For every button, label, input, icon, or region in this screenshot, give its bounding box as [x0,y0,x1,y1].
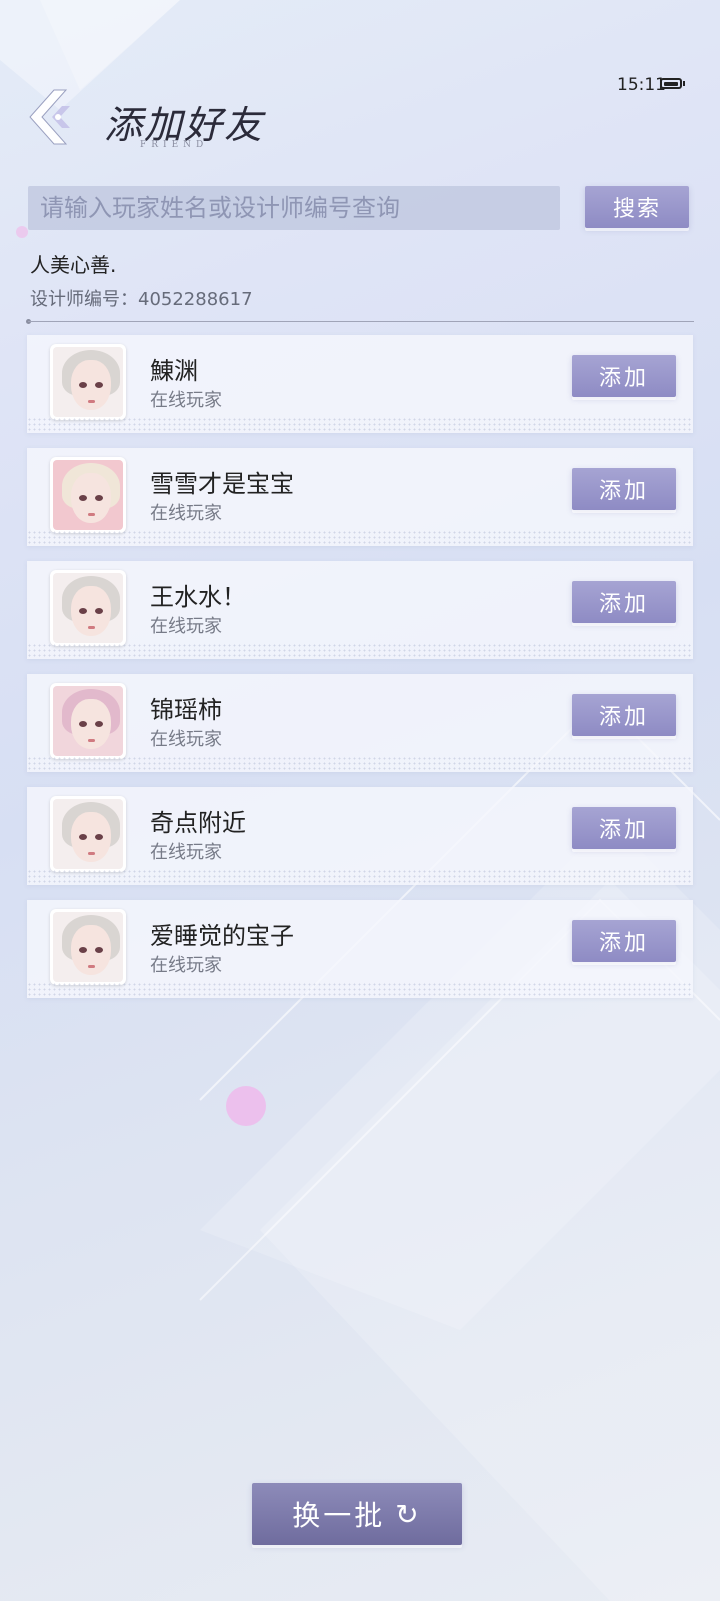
player-avatar[interactable] [50,683,126,759]
player-name: 爱睡觉的宝子 [150,922,294,950]
player-status: 在线玩家 [150,955,222,976]
battery-tip [683,81,685,86]
player-name: 奇点附近 [150,809,246,837]
add-friend-button[interactable]: 添加 [572,694,676,736]
player-row: 雪雪才是宝宝 在线玩家 添加 [27,448,693,546]
refresh-icon: ↻ [395,1497,422,1531]
player-status: 在线玩家 [150,842,222,863]
player-name: 锦瑶柿 [150,696,222,724]
player-list: 鯟渊 在线玩家 添加 雪雪才是宝宝 在线玩家 添加 王水水！ 在线玩家 添加 锦… [27,335,693,1013]
my-player-name: 人美心善. [30,253,117,277]
status-time: 15:11 [617,75,666,95]
player-name: 雪雪才是宝宝 [150,470,294,498]
refresh-label: 换一批 [292,1499,386,1532]
add-friend-button[interactable]: 添加 [572,920,676,962]
my-designer-id: 设计师编号：4052288617 [30,289,253,310]
search-input[interactable] [38,193,550,223]
back-arrow-icon [29,89,70,145]
player-status: 在线玩家 [150,390,222,411]
player-avatar[interactable] [50,796,126,872]
page-subtitle: FRIEND [140,140,209,150]
player-avatar[interactable] [50,570,126,646]
player-avatar[interactable] [50,457,126,533]
add-friend-button[interactable]: 添加 [572,581,676,623]
player-row: 锦瑶柿 在线玩家 添加 [27,674,693,772]
player-row: 鯟渊 在线玩家 添加 [27,335,693,433]
player-status: 在线玩家 [150,503,222,524]
add-friend-button[interactable]: 添加 [572,807,676,849]
add-friend-button[interactable]: 添加 [572,468,676,510]
player-avatar[interactable] [50,909,126,985]
player-name: 王水水！ [150,583,246,611]
player-row: 王水水！ 在线玩家 添加 [27,561,693,659]
player-avatar[interactable] [50,344,126,420]
player-row: 爱睡觉的宝子 在线玩家 添加 [27,900,693,998]
player-row: 奇点附近 在线玩家 添加 [27,787,693,885]
search-button[interactable]: 搜索 [585,186,689,228]
add-friend-button[interactable]: 添加 [572,355,676,397]
player-name: 鯟渊 [150,357,198,385]
battery-icon [660,78,682,89]
refresh-batch-button[interactable]: 换一批 ↻ [252,1483,462,1545]
back-button[interactable] [26,88,86,146]
player-status: 在线玩家 [150,729,222,750]
divider [28,321,694,322]
search-box [28,186,560,230]
player-status: 在线玩家 [150,616,222,637]
